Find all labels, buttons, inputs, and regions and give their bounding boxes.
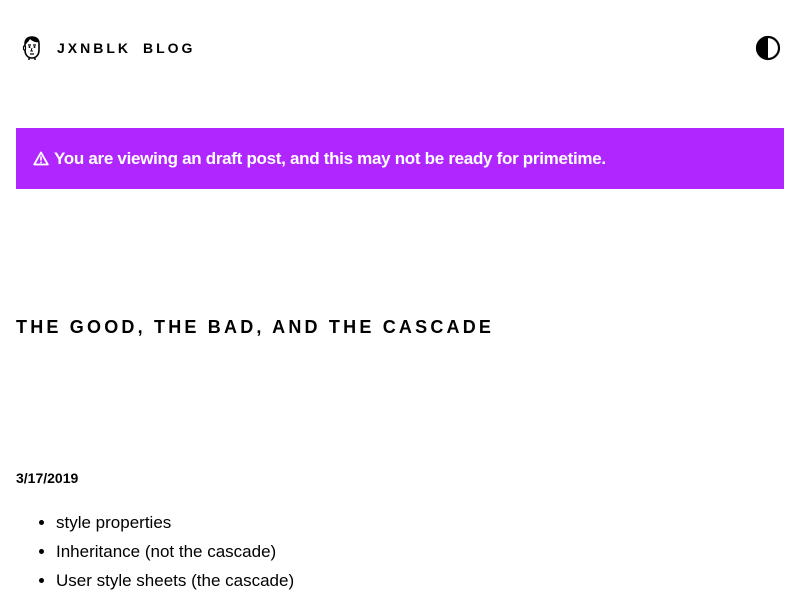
draft-post-banner: You are viewing an draft post, and this … — [16, 128, 784, 189]
page: JXNBLK BLOG You are viewing an draft pos… — [0, 0, 800, 600]
post-date: 3/17/2019 — [16, 470, 79, 486]
list-item: style properties — [56, 508, 294, 537]
contrast-half-circle-icon — [755, 35, 781, 61]
avatar-face-icon — [22, 36, 42, 60]
list-item: User style sheets (the cascade) — [56, 566, 294, 595]
theme-toggle-button[interactable] — [755, 35, 781, 61]
warning-triangle-icon — [33, 151, 49, 166]
list-item: Inheritance (not the cascade) — [56, 537, 294, 566]
site-header: JXNBLK BLOG — [0, 0, 800, 96]
nav-home-link[interactable]: JXNBLK — [57, 39, 131, 57]
logo-link[interactable] — [22, 36, 42, 60]
post-title: THE GOOD, THE BAD, AND THE CASCADE — [16, 317, 495, 337]
nav-blog-link[interactable]: BLOG — [143, 39, 195, 57]
post-topic-list: style properties Inheritance (not the ca… — [16, 508, 294, 595]
draft-banner-text: You are viewing an draft post, and this … — [54, 148, 606, 168]
